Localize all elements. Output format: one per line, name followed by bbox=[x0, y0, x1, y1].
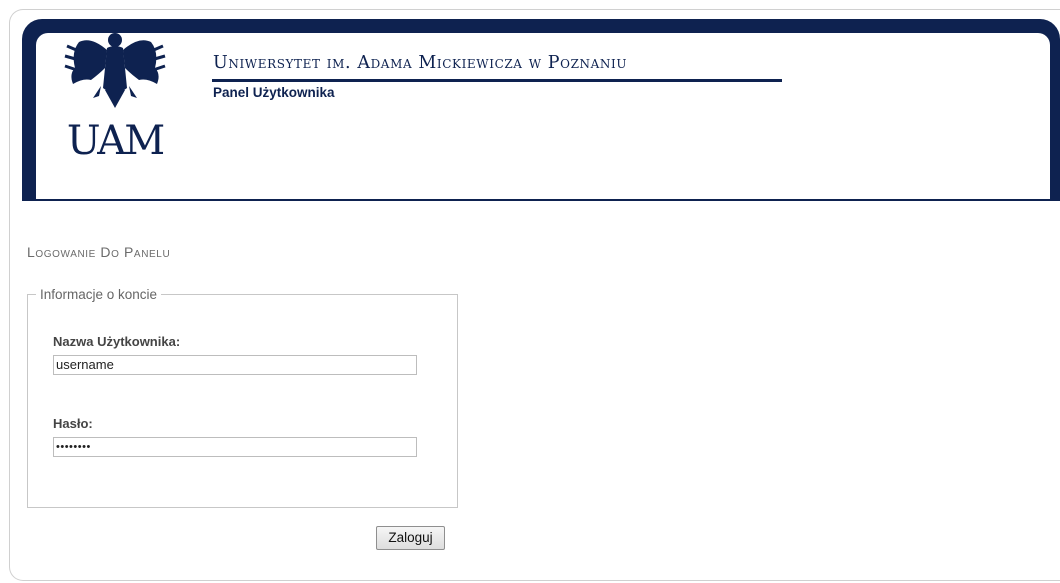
university-name-text: Uniwersytet im. Adama Mickiewicza w Pozn… bbox=[213, 53, 628, 73]
username-label: Nazwa Użytkownika: bbox=[53, 334, 181, 349]
university-name: Uniwersytet im. Adama Mickiewicza w Pozn… bbox=[213, 53, 627, 73]
page-title: Logowanie Do Panelu bbox=[27, 244, 171, 260]
username-input[interactable]: username bbox=[53, 355, 417, 375]
panel-title: Panel Użytkownika bbox=[213, 85, 335, 100]
fieldset-legend: Informacje o koncie bbox=[40, 287, 158, 302]
password-label: Hasło: bbox=[53, 416, 93, 431]
account-info-fieldset: Informacje o koncie bbox=[27, 287, 458, 508]
logo-text: UAM bbox=[67, 118, 163, 158]
uam-eagle-logo: UAM bbox=[64, 28, 166, 158]
header-banner bbox=[22, 19, 1060, 201]
login-button[interactable]: Zaloguj bbox=[376, 526, 445, 550]
password-input[interactable]: •••••••• bbox=[53, 437, 417, 457]
header-divider bbox=[212, 79, 782, 82]
